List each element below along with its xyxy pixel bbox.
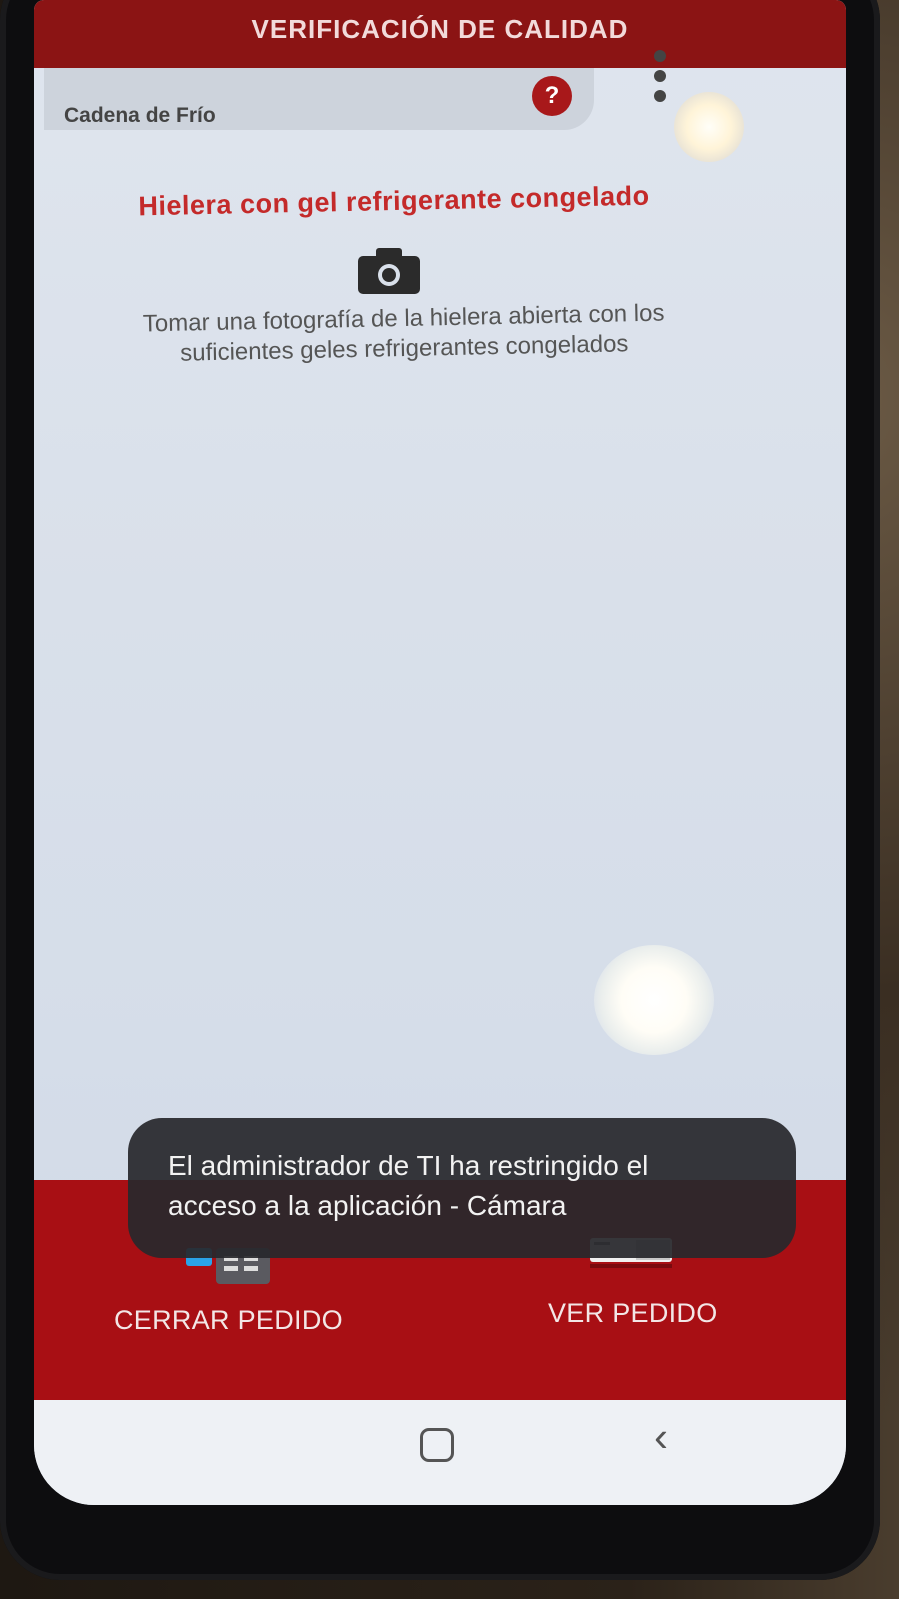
close-order-button[interactable]: CERRAR PEDIDO	[114, 1305, 343, 1336]
system-navigation-bar: ‹	[34, 1400, 846, 1505]
light-glare	[594, 945, 714, 1055]
toast-line-2: acceso a la aplicación - Cámara	[168, 1190, 567, 1221]
phone-device: VERIFICACIÓN DE CALIDAD Cadena de Frío ?…	[0, 0, 880, 1580]
toast-message: El administrador de TI ha restringido el…	[128, 1118, 796, 1258]
section-label: Cadena de Frío	[64, 104, 216, 127]
photo-instruction: Tomar una fotografía de la hielera abier…	[93, 298, 714, 371]
app-title: VERIFICACIÓN DE CALIDAD	[251, 14, 629, 44]
toolbar-panel: Cadena de Frío ?	[44, 68, 594, 130]
app-screen: VERIFICACIÓN DE CALIDAD Cadena de Frío ?…	[34, 0, 846, 1505]
more-vert-icon[interactable]	[654, 50, 668, 110]
question-icon[interactable]: ?	[532, 76, 572, 116]
back-icon[interactable]: ‹	[654, 1416, 668, 1458]
camera-icon[interactable]	[358, 248, 420, 294]
content-title: Hielera con gel refrigerante congelado	[138, 180, 650, 222]
home-button[interactable]	[420, 1428, 454, 1462]
app-header: VERIFICACIÓN DE CALIDAD	[34, 0, 846, 68]
toast-line-1: El administrador de TI ha restringido el	[168, 1150, 649, 1181]
view-order-button[interactable]: VER PEDIDO	[548, 1298, 718, 1329]
light-glare	[674, 92, 744, 162]
